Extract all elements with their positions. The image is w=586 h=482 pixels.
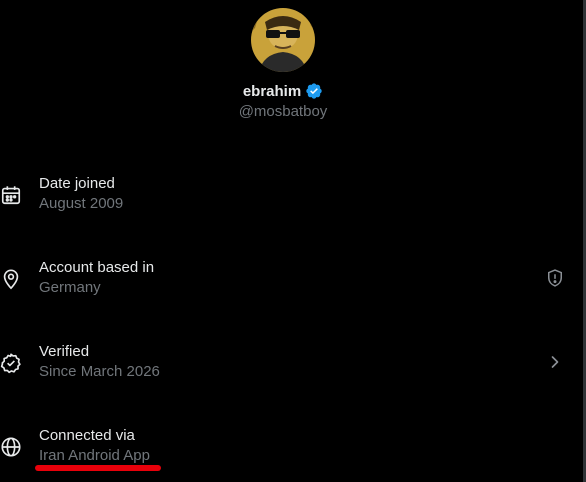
detail-row-verified[interactable]: Verified Since March 2026 [0,342,583,386]
verified-check-icon [0,352,22,374]
globe-icon [0,436,22,458]
profile-header: ebrahim @mosbatboy [0,8,566,120]
detail-row-account-based-in: Account based in Germany [0,258,583,302]
detail-value: Germany [39,279,101,296]
detail-row-date-joined: Date joined August 2009 [0,174,583,218]
detail-row-connected-via: Connected via Iran Android App [0,426,583,470]
detail-label: Account based in [39,259,155,276]
handle: @mosbatboy [238,103,328,120]
detail-value: August 2009 [39,195,124,212]
detail-value: Since March 2026 [39,363,160,380]
shield-alert-icon[interactable] [545,268,565,288]
detail-label: Date joined [39,175,115,192]
verified-badge-icon [305,82,323,100]
avatar[interactable] [251,8,315,72]
display-name: ebrahim [242,82,302,100]
detail-label: Connected via [39,427,135,444]
chevron-right-icon[interactable] [545,352,565,372]
highlight-underline [35,465,161,471]
name-row: ebrahim [0,80,566,102]
detail-value: Iran Android App [39,447,150,464]
location-pin-icon [0,268,22,290]
calendar-icon [0,184,22,206]
detail-label: Verified [39,343,90,360]
